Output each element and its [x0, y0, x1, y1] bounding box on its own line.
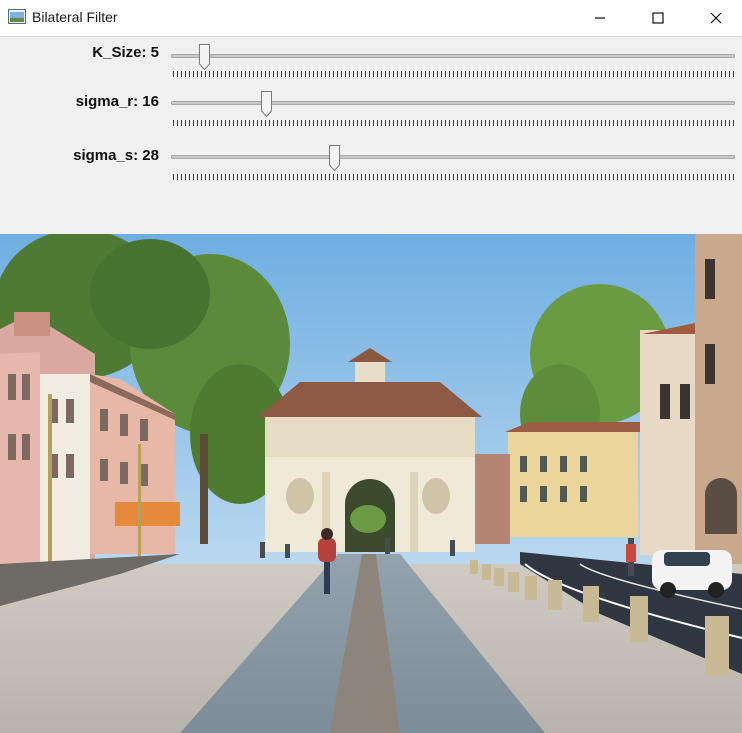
window-title: Bilateral Filter — [32, 9, 118, 25]
street-scene-image — [0, 234, 742, 733]
close-button[interactable] — [687, 0, 742, 36]
trackbar-ticks — [173, 120, 735, 126]
trackbar-panel: K_Size: 5 sigma_r: 16 sigma_s: 28 — [0, 37, 742, 234]
minimize-button[interactable] — [571, 0, 629, 36]
filtered-image — [0, 234, 742, 733]
trackbar-thumb[interactable] — [261, 91, 272, 117]
trackbar-label: K_Size: 5 — [92, 44, 159, 61]
app-window-icon — [8, 9, 26, 24]
minimize-icon — [595, 17, 605, 19]
trackbar-track[interactable] — [171, 101, 735, 105]
trackbar-track[interactable] — [171, 155, 735, 159]
maximize-button[interactable] — [629, 0, 687, 36]
trackbar-label: sigma_s: 28 — [73, 147, 159, 164]
trackbar-thumb[interactable] — [329, 145, 340, 171]
close-icon — [710, 12, 722, 24]
title-bar: Bilateral Filter — [0, 0, 742, 37]
maximize-icon — [652, 12, 664, 24]
trackbar-track[interactable] — [171, 54, 735, 58]
trackbar-ticks — [173, 71, 735, 77]
trackbar-label: sigma_r: 16 — [75, 93, 159, 110]
trackbar-thumb[interactable] — [199, 44, 210, 70]
trackbar-ticks — [173, 174, 735, 180]
